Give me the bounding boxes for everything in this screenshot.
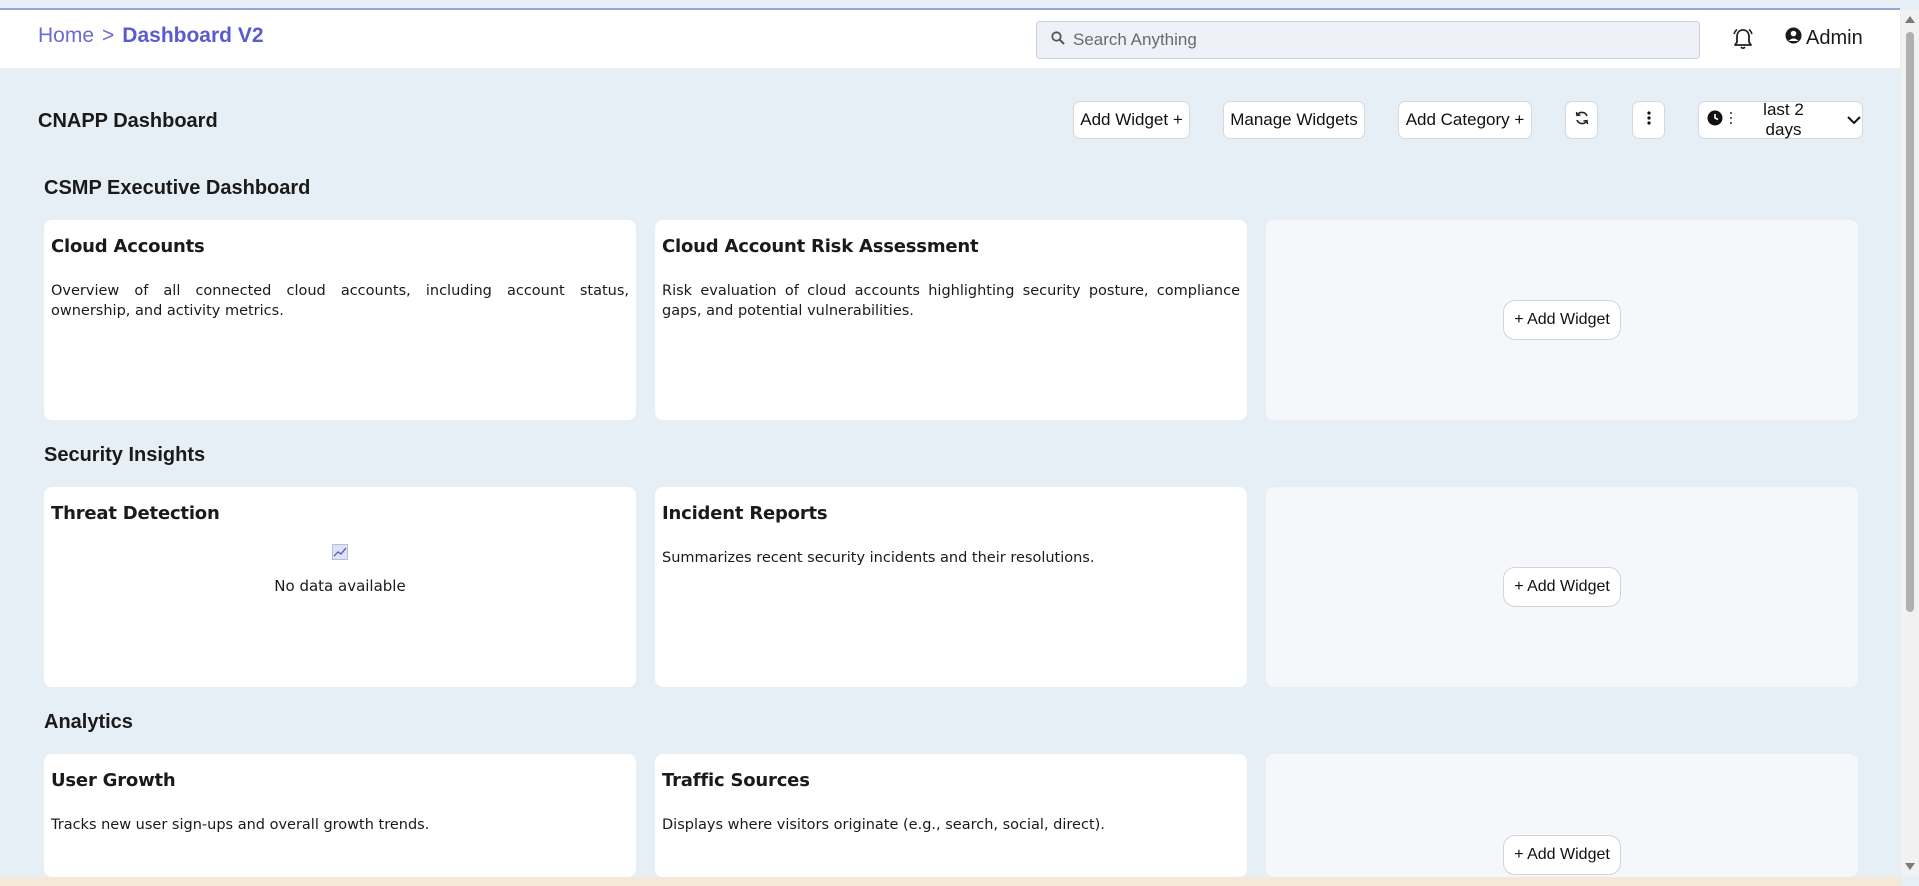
widget-card: User Growth Tracks new user sign-ups and… [44,754,636,877]
search-box[interactable] [1036,21,1700,59]
more-options-button[interactable] [1632,101,1665,139]
breadcrumb-home-link[interactable]: Home [38,24,94,48]
category-title: CSMP Executive Dashboard [44,177,311,199]
widget-card: Cloud Account Risk Assessment Risk evalu… [655,220,1247,420]
widget-title: Traffic Sources [662,770,810,791]
widget-title: User Growth [51,770,176,791]
refresh-button[interactable] [1565,101,1598,139]
page-title: CNAPP Dashboard [38,110,218,132]
breadcrumb-current: Dashboard V2 [122,24,264,47]
widget-description: Overview of all connected cloud accounts… [51,283,629,319]
scroll-down-arrow-icon[interactable] [1905,863,1915,870]
chart-icon [332,544,348,565]
add-widget-placeholder: + Add Widget [1266,487,1858,687]
search-icon [1051,30,1065,50]
add-widget-button[interactable]: + Add Widget [1503,567,1621,607]
no-data-text: No data available [274,577,406,595]
breadcrumb: Home > Dashboard V2 [38,24,264,48]
add-widget-button[interactable]: + Add Widget [1503,835,1621,875]
time-range-label: last 2 days [1763,100,1804,139]
widget-card: Threat Detection No data available [44,487,636,687]
user-circle-icon [1785,27,1802,50]
chevron-down-icon [1846,110,1862,130]
top-navbar: Home > Dashboard V2 Admin [0,10,1900,68]
widget-card: Traffic Sources Displays where visitors … [655,754,1247,877]
breadcrumb-separator: > [102,24,115,47]
widget-title: Cloud Account Risk Assessment [662,236,979,257]
scroll-up-arrow-icon[interactable] [1905,16,1915,23]
user-menu[interactable]: Admin [1785,27,1863,50]
search-input[interactable] [1073,30,1673,50]
bell-icon[interactable] [1730,26,1756,52]
scroll-thumb[interactable] [1906,32,1914,612]
add-widget-placeholder: + Add Widget [1266,220,1858,420]
add-widget-placeholder: + Add Widget [1266,754,1858,877]
add-widget-button[interactable]: + Add Widget [1503,300,1621,340]
divider-dots-icon [1729,110,1733,130]
widget-description: Displays where visitors originate (e.g.,… [662,817,1105,833]
no-data-state: No data available [51,544,629,595]
widget-title: Incident Reports [662,503,828,524]
add-category-button[interactable]: Add Category + [1398,101,1532,139]
widget-title: Cloud Accounts [51,236,205,257]
bottom-strip [0,877,1901,886]
add-widget-button[interactable]: Add Widget + [1073,101,1190,139]
more-vertical-icon [1646,110,1652,131]
manage-widgets-button[interactable]: Manage Widgets [1223,101,1365,139]
category-title: Security Insights [44,444,206,466]
category-title: Analytics [44,711,133,733]
widget-title: Threat Detection [51,503,220,524]
clock-icon [1707,110,1723,131]
widget-description: Summarizes recent security incidents and… [662,550,1095,566]
vertical-scrollbar[interactable] [1901,10,1919,876]
widget-description: Risk evaluation of cloud accounts highli… [662,283,1240,319]
time-range-select[interactable]: last 2 days [1698,100,1863,139]
widget-card: Cloud Accounts Overview of all connected… [44,220,636,420]
user-name: Admin [1806,27,1863,49]
widget-card: Incident Reports Summarizes recent secur… [655,487,1247,687]
refresh-icon [1574,110,1590,131]
widget-description: Tracks new user sign-ups and overall gro… [51,817,430,833]
